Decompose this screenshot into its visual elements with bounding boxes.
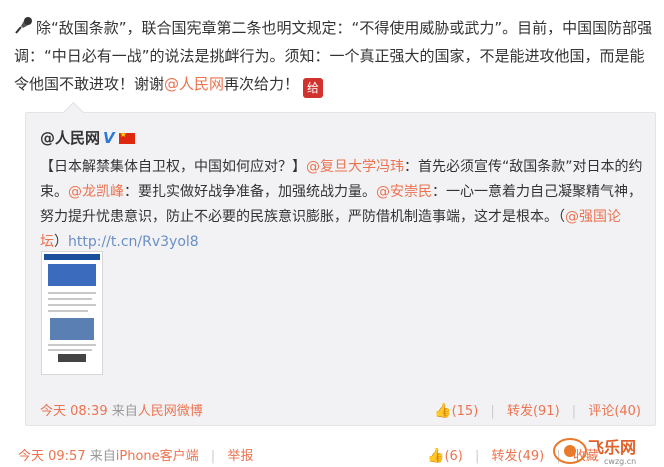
quote-footer: 今天 08:39 来自人民网微博 [40,400,203,419]
divider: | [490,404,495,419]
site-watermark-logo: 飞乐网 cwzg.cn [553,438,636,466]
divider: | [210,449,216,464]
quote-author-name[interactable]: @人民网 [40,129,100,147]
china-flag-icon [118,130,135,144]
mention-renminwang[interactable]: @人民网 [164,75,224,93]
like-icon[interactable]: 👍 [434,403,451,419]
quote-text-part5: ） [54,234,68,250]
post-text-part1: 除“敌国条款”，联合国宪章第二条也明文规定：“不得使用威胁或武力”。目前，中国国… [14,19,653,93]
post-like-count[interactable]: (6) [444,449,462,464]
quote-text: 【日本解禁集体自卫权，中国如何应对？】@复旦大学冯玮：首先必须宣传“敌国条款”对… [40,155,645,255]
watermark-domain: cwzg.cn [604,457,636,466]
microphone-icon [15,17,32,34]
post-footer: 今天 09:57 来自iPhone客户端 | 举报 [18,445,253,464]
post-text-part2: 再次给力！ [224,75,300,93]
post-from-label: 来自 [89,449,116,464]
quote-source-link[interactable]: 人民网微博 [138,404,203,419]
post-source-link[interactable]: iPhone客户端 [116,449,199,464]
mention-long-kaifeng[interactable]: @龙凯峰 [68,184,124,200]
quote-timestamp[interactable]: 今天 08:39 [40,404,108,419]
post-timestamp[interactable]: 今天 09:57 [18,449,86,464]
post-body: 除“敌国条款”，联合国宪章第二条也明文规定：“不得使用威胁或武力”。目前，中国国… [14,14,654,98]
divider: | [571,404,577,419]
post-repost-button[interactable]: 转发(49) [492,449,545,464]
report-button[interactable]: 举报 [227,449,253,464]
quote-from-label: 来自 [111,404,138,419]
quote-actions: 👍(15) | 转发(91) | 评论(40) [434,400,641,419]
quote-repost-button[interactable]: 转发(91) [507,404,560,419]
short-url-link[interactable]: http://t.cn/Rv3yol8 [68,234,199,250]
gift-icon[interactable]: 给 [303,78,324,98]
quote-comment-button[interactable]: 评论(40) [588,404,641,419]
watermark-text: 飞乐网 [588,438,636,457]
quote-like-count[interactable]: (15) [452,404,479,419]
quote-text-part1: 【日本解禁集体自卫权，中国如何应对？】 [40,159,306,175]
like-icon[interactable]: 👍 [427,448,444,464]
quote-thumbnail-image[interactable] [41,251,103,375]
divider: | [475,449,480,464]
quote-author: @人民网 V [40,127,135,148]
quoted-post: @人民网V 【日本解禁集体自卫权，中国如何应对？】@复旦大学冯玮：首先必须宣传“… [25,101,656,426]
mention-an-chongmin[interactable]: @安崇民 [376,184,432,200]
quote-text-part3: ：要扎实做好战争准备，加强统战力量。 [124,184,376,200]
quote-arrow [62,101,85,124]
mention-fudan-fengwei[interactable]: @复旦大学冯玮 [306,159,404,175]
verified-icon[interactable]: V [103,129,115,147]
